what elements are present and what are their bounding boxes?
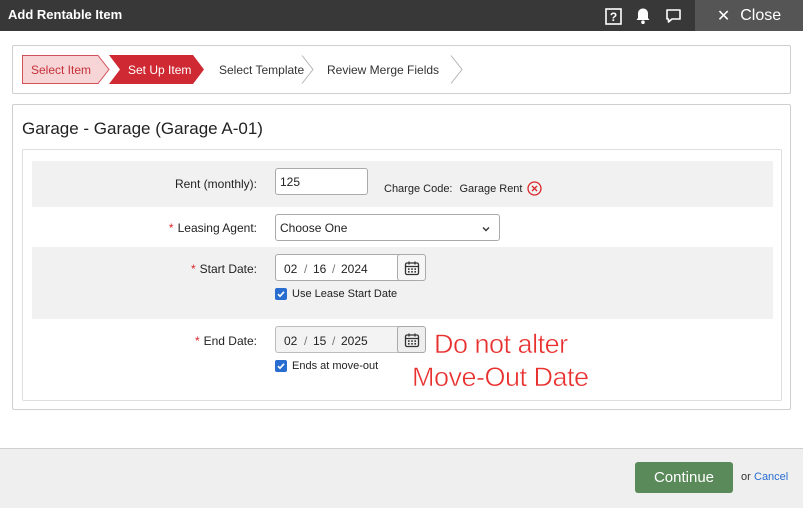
footer: Continue or Cancel (0, 448, 803, 508)
date-separator: / (332, 262, 336, 276)
bell-icon[interactable] (633, 6, 653, 26)
help-icon[interactable]: ? (603, 6, 623, 26)
svg-text:?: ? (609, 10, 616, 24)
start-date-label-text: Start Date: (199, 262, 257, 276)
step-label: Select Item (31, 62, 92, 77)
use-lease-start-date-label: Use Lease Start Date (292, 288, 398, 300)
step-select-template[interactable]: Select Template (204, 55, 314, 84)
leasing-agent-label: * Leasing Agent: (169, 221, 257, 235)
step-label: Review Merge Fields (327, 62, 440, 77)
leasing-agent-selected: Choose One (280, 220, 348, 235)
steps-panel: Select Item Set Up Item Select Template … (12, 45, 791, 94)
step-label: Set Up Item (128, 62, 192, 77)
page-title: Garage - Garage (Garage A-01) (22, 119, 263, 138)
annotation-line-1: Do not alter (434, 329, 569, 360)
continue-button[interactable]: Continue (635, 462, 733, 493)
close-icon: ✕ (716, 7, 731, 25)
start-date-day[interactable]: 16 (313, 262, 326, 276)
end-date-label-text: End Date: (203, 334, 257, 348)
use-lease-start-date-checkbox[interactable] (275, 288, 287, 300)
rent-input[interactable] (275, 168, 368, 195)
remove-charge-code-icon[interactable] (527, 181, 543, 196)
charge-code: Charge Code: Garage Rent (384, 181, 543, 196)
date-separator: / (304, 262, 308, 276)
step-select-item[interactable]: Select Item (22, 55, 110, 84)
start-date-month[interactable]: 02 (284, 262, 297, 276)
required-marker: * (190, 262, 196, 276)
end-date-input[interactable]: 02 / 15 / 2025 (275, 326, 426, 353)
main-panel: Garage - Garage (Garage A-01) Rent (mont… (12, 104, 791, 410)
annotation-note: Do not alter Move-Out Date (412, 328, 590, 394)
step-wizard: Select Item Set Up Item Select Template … (22, 55, 463, 84)
start-date-input[interactable]: 02 / 16 / 2024 (275, 254, 426, 281)
rent-row: Rent (monthly): Charge Code: Garage Rent (32, 161, 773, 207)
end-date-year: 2025 (341, 334, 368, 348)
leasing-agent-label-text: Leasing Agent: (177, 221, 257, 235)
window-title: Add Rentable Item (8, 7, 123, 22)
step-label: Select Template (219, 62, 305, 77)
charge-code-label: Charge Code: (384, 182, 453, 195)
or-text: or (741, 471, 751, 483)
end-date-row: * End Date: 02 / 15 / 2025 Ends at move-o… (32, 319, 773, 391)
leasing-agent-row: * Leasing Agent: Choose One (32, 207, 773, 247)
calendar-icon[interactable] (397, 254, 426, 281)
start-date-label: * Start Date: (191, 262, 257, 276)
rentable-item-form: Rent (monthly): Charge Code: Garage Rent… (22, 149, 782, 401)
date-separator: / (332, 334, 336, 348)
end-date-month: 02 (284, 334, 298, 348)
end-date-day: 15 (313, 334, 327, 348)
chevron-down-icon (481, 223, 491, 237)
charge-code-value: Garage Rent (459, 182, 523, 195)
close-label: Close (740, 6, 782, 24)
required-marker: * (168, 221, 174, 235)
close-button[interactable]: ✕ Close (695, 0, 803, 31)
cancel-link[interactable]: Cancel (754, 471, 788, 483)
end-date-label: * End Date: (195, 334, 257, 348)
step-set-up-item[interactable]: Set Up Item (109, 55, 205, 84)
required-marker: * (194, 334, 200, 348)
step-review-merge-fields[interactable]: Review Merge Fields (313, 55, 463, 84)
annotation-line-2: Move-Out Date (412, 362, 590, 393)
title-bar: Add Rentable Item ? ✕ Close (0, 0, 803, 31)
date-separator: / (304, 334, 308, 348)
start-date-row: * Start Date: 02 / 16 / 2024 Use Lease St… (32, 247, 773, 319)
leasing-agent-select[interactable]: Choose One (275, 214, 500, 241)
ends-at-move-out-checkbox[interactable] (275, 360, 287, 372)
chat-icon[interactable] (663, 6, 683, 26)
rent-label: Rent (monthly): (174, 177, 257, 191)
ends-at-move-out-label: Ends at move-out (292, 360, 379, 372)
start-date-year[interactable]: 2024 (341, 262, 368, 276)
